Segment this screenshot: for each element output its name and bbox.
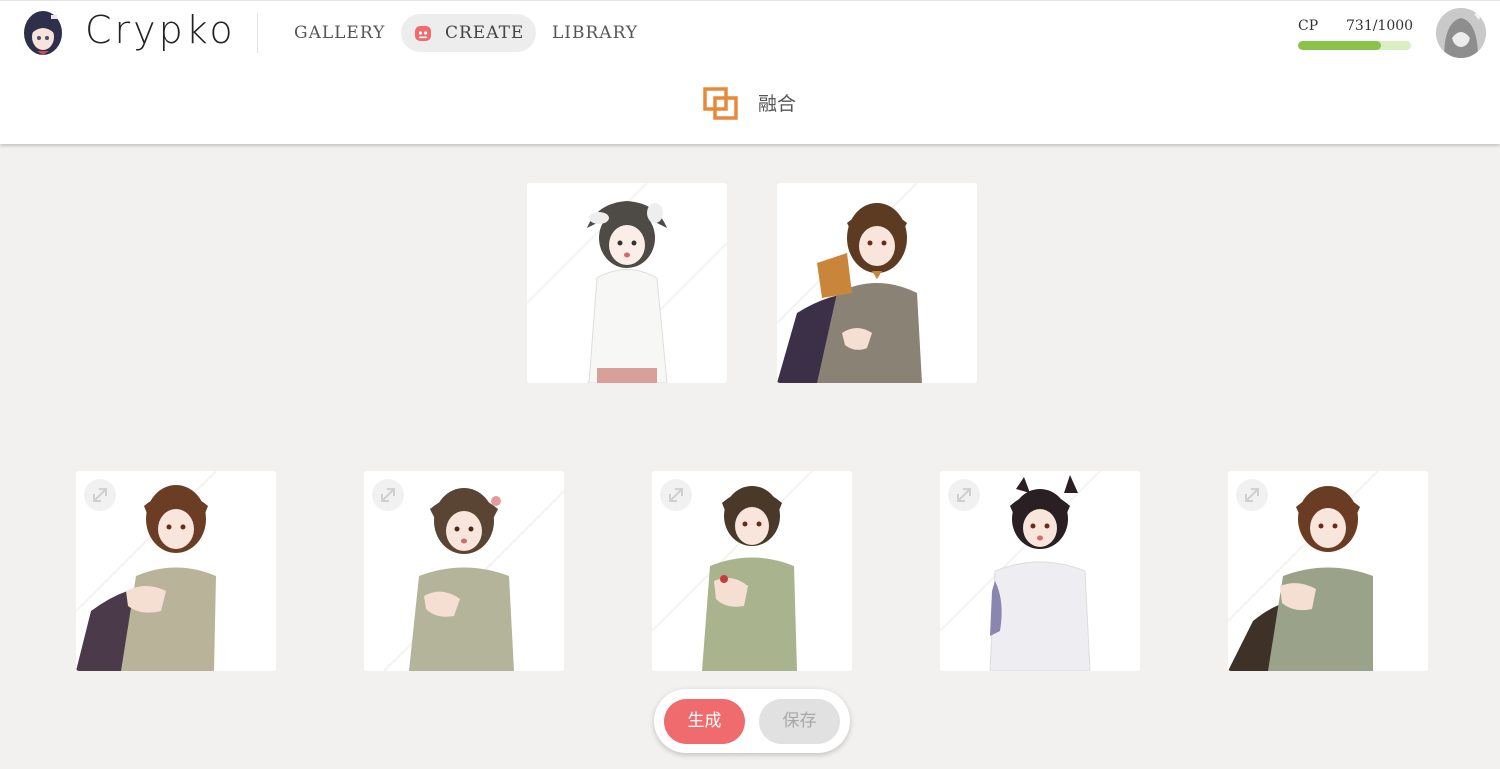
- page-title: 融合: [758, 93, 797, 115]
- app-logo-text[interactable]: Crypko: [85, 8, 236, 52]
- expand-icon: [93, 488, 107, 502]
- expand-icon: [957, 488, 971, 502]
- action-bar: 生成 保存: [654, 689, 850, 753]
- save-button[interactable]: 保存: [759, 699, 840, 744]
- parent-card-1[interactable]: [527, 183, 727, 383]
- generate-button[interactable]: 生成: [664, 699, 745, 744]
- nav-create-label: CREATE: [445, 23, 525, 43]
- expand-button[interactable]: [660, 479, 692, 511]
- expand-button[interactable]: [1236, 479, 1268, 511]
- cp-progress-bar: [1298, 41, 1411, 50]
- user-avatar-image: [1436, 8, 1486, 58]
- top-header: Crypko GALLERY CREATE LIBRARY CP 731/100…: [0, 0, 1500, 144]
- cp-label: CP: [1298, 18, 1319, 34]
- parent-card-2[interactable]: [777, 183, 977, 383]
- nav-create[interactable]: CREATE: [401, 14, 536, 52]
- result-card-5[interactable]: [1228, 471, 1428, 671]
- header-divider: [257, 13, 258, 53]
- fusion-icon: [703, 87, 738, 120]
- expand-button[interactable]: [84, 479, 116, 511]
- result-card-4[interactable]: [940, 471, 1140, 671]
- result-card-2[interactable]: [364, 471, 564, 671]
- create-face-icon: [415, 26, 431, 41]
- cp-progress-fill: [1298, 41, 1381, 50]
- nav-gallery[interactable]: GALLERY: [294, 14, 385, 52]
- crypko-logo-avatar[interactable]: [20, 7, 66, 57]
- user-avatar[interactable]: [1436, 8, 1486, 58]
- character-portrait: [527, 183, 727, 383]
- expand-icon: [669, 488, 683, 502]
- result-card-1[interactable]: [76, 471, 276, 671]
- expand-icon: [1245, 488, 1259, 502]
- expand-button[interactable]: [372, 479, 404, 511]
- cp-value: 731/1000: [1346, 18, 1414, 34]
- nav-library[interactable]: LIBRARY: [552, 14, 638, 52]
- expand-icon: [381, 488, 395, 502]
- result-card-3[interactable]: [652, 471, 852, 671]
- expand-button[interactable]: [948, 479, 980, 511]
- character-portrait: [777, 183, 922, 383]
